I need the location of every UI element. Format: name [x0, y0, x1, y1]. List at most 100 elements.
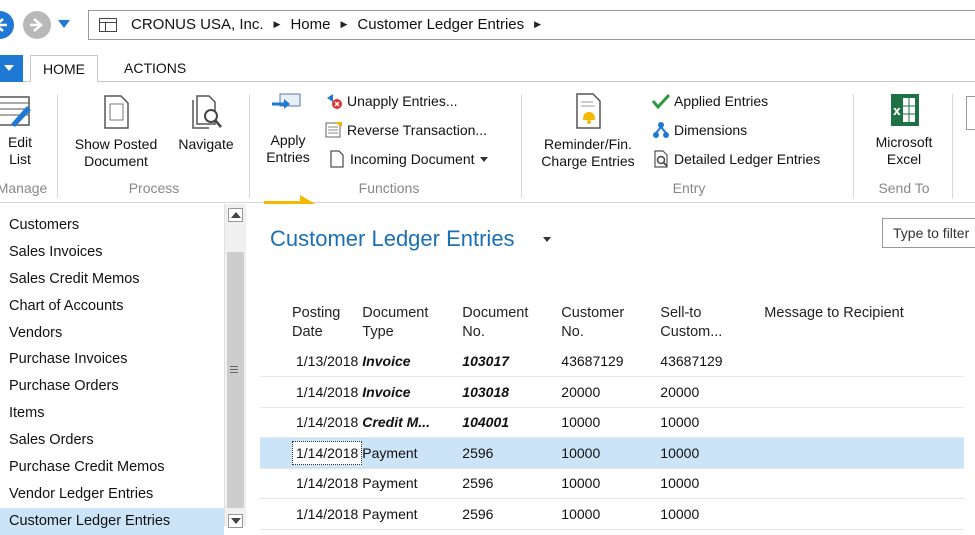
cell-message[interactable]: [764, 437, 965, 469]
cell-posting-date[interactable]: 1/14/2018: [260, 376, 363, 408]
col-sell-to[interactable]: Sell-to Custom...: [660, 304, 764, 346]
detailed-ledger-entries-button[interactable]: Detailed Ledger Entries: [652, 150, 820, 168]
cell-document-type[interactable]: Payment: [362, 468, 463, 499]
table-row[interactable]: 1/14/2018 Payment 2596 10000 10000: [260, 468, 965, 499]
cell-customer-no[interactable]: 10000: [561, 437, 661, 469]
cell-document-type[interactable]: Invoice: [362, 346, 463, 377]
col-message[interactable]: Message to Recipient: [764, 304, 964, 346]
edit-list-button[interactable]: Edit List: [0, 94, 38, 168]
apply-entries-button[interactable]: Apply Entries: [258, 92, 318, 166]
applied-entries-button[interactable]: Applied Entries: [652, 92, 768, 110]
col-document-type[interactable]: Document Type: [362, 304, 462, 346]
table-row[interactable]: 1/13/2018 Invoice 103017 43687129 43687129: [260, 346, 965, 377]
scroll-grip-icon: [230, 366, 238, 367]
cell-document-no[interactable]: 104001: [462, 407, 562, 438]
cell-posting-date[interactable]: 1/14/2018: [260, 468, 363, 499]
chevron-down-icon[interactable]: [543, 237, 551, 242]
col-posting-date[interactable]: Posting Date: [260, 304, 362, 346]
group-process-label: Process: [128, 180, 180, 196]
sidebar-item[interactable]: Vendor Ledger Entries: [0, 481, 224, 508]
table-row[interactable]: 1/14/2018 Credit M... 104001 10000 10000: [260, 407, 965, 438]
cell-message[interactable]: [764, 407, 965, 438]
sidebar-item[interactable]: Customer Ledger Entries: [0, 507, 224, 535]
sidebar-item[interactable]: Sales Invoices: [0, 239, 224, 266]
cell-document-no[interactable]: 103018: [462, 376, 562, 408]
scroll-thumb[interactable]: [227, 252, 244, 508]
sidebar-item[interactable]: Vendors: [0, 320, 224, 347]
cell-posting-date[interactable]: 1/14/2018: [260, 437, 363, 469]
cell-customer-no[interactable]: 10000: [561, 468, 661, 499]
cell-message[interactable]: [764, 376, 965, 408]
tab-actions[interactable]: ACTIONS: [112, 55, 198, 83]
incoming-document-button[interactable]: Incoming Document: [328, 150, 488, 168]
forward-button[interactable]: [23, 11, 51, 39]
microsoft-excel-button[interactable]: x Microsoft Excel: [862, 92, 946, 168]
crumb-separator-icon[interactable]: ▶: [534, 19, 541, 30]
cell-document-type[interactable]: Invoice: [362, 376, 463, 408]
sidebar-item[interactable]: Purchase Orders: [0, 373, 224, 400]
cell-message[interactable]: [764, 468, 965, 499]
sidebar-item[interactable]: Sales Orders: [0, 427, 224, 454]
filter-input[interactable]: Type to filter: [882, 218, 975, 248]
cell-sell-to[interactable]: 10000: [660, 437, 765, 469]
cell-sell-to[interactable]: 10000: [660, 498, 765, 530]
col-customer-no[interactable]: Customer No.: [561, 304, 660, 346]
crumb-home[interactable]: Home: [290, 16, 330, 33]
reverse-transaction-button[interactable]: Reverse Transaction...: [325, 121, 487, 139]
sidebar-item[interactable]: Chart of Accounts: [0, 293, 224, 320]
sidebar-item[interactable]: Items: [0, 400, 224, 427]
cell-document-no[interactable]: 103017: [462, 346, 562, 377]
address-box[interactable]: CRONUS USA, Inc. ▶ Home ▶ Customer Ledge…: [88, 10, 975, 40]
tab-home[interactable]: HOME: [30, 55, 98, 83]
cell-sell-to[interactable]: 20000: [660, 376, 765, 408]
table-row[interactable]: 1/14/2018 Payment 2596 10000 10000: [260, 437, 965, 469]
crumb-page[interactable]: Customer Ledger Entries: [357, 16, 524, 33]
sidebar-item[interactable]: Customers: [0, 212, 224, 239]
unapply-entries-button[interactable]: Unapply Entries...: [325, 92, 458, 110]
sidebar-item[interactable]: Purchase Credit Memos: [0, 454, 224, 481]
reminder-charge-entries-button[interactable]: Reminder/Fin. Charge Entries: [530, 92, 646, 170]
show-posted-document-button[interactable]: Show Posted Document: [66, 94, 166, 170]
cell-document-no[interactable]: 2596: [462, 498, 562, 530]
cell-document-no[interactable]: 2596: [462, 437, 562, 469]
nav-scrollbar[interactable]: [224, 204, 246, 528]
dimensions-button[interactable]: Dimensions: [652, 121, 747, 139]
col-document-no[interactable]: Document No.: [462, 304, 561, 346]
send-to-partial-icon[interactable]: [966, 96, 975, 130]
crumb-company[interactable]: CRONUS USA, Inc.: [131, 16, 264, 33]
cell-document-no[interactable]: 2596: [462, 468, 562, 499]
cell-posting-date[interactable]: 1/14/2018: [260, 407, 363, 438]
cell-posting-date[interactable]: 1/14/2018: [260, 498, 363, 530]
cell-message[interactable]: [764, 346, 965, 377]
sidebar-item[interactable]: Purchase Invoices: [0, 346, 224, 373]
reverse-transaction-icon: [325, 122, 342, 138]
table-header-row: Posting Date Document Type Document No. Cus…: [260, 304, 964, 346]
app-menu-button[interactable]: [0, 55, 23, 82]
cell-customer-no[interactable]: 43687129: [561, 346, 661, 377]
history-dropdown-icon[interactable]: [58, 20, 70, 28]
crumb-separator-icon[interactable]: ▶: [340, 19, 347, 30]
back-button[interactable]: [0, 11, 14, 39]
cell-document-type[interactable]: Payment: [362, 437, 463, 469]
cell-customer-no[interactable]: 10000: [561, 407, 661, 438]
cell-document-type[interactable]: Credit M...: [362, 407, 463, 438]
show-posted-line1: Show Posted: [74, 136, 158, 152]
sidebar-item[interactable]: Sales Credit Memos: [0, 266, 224, 293]
table-row[interactable]: 1/14/2018 Invoice 103018 20000 20000: [260, 376, 965, 408]
cell-sell-to[interactable]: 10000: [660, 468, 765, 499]
cell-sell-to[interactable]: 43687129: [660, 346, 765, 377]
table-row[interactable]: 1/14/2018 Payment 2596 10000 10000: [260, 498, 965, 530]
apply-entries-icon: [272, 93, 301, 109]
navigate-label: Navigate: [178, 136, 234, 152]
cell-customer-no[interactable]: 20000: [561, 376, 661, 408]
cell-message[interactable]: [764, 498, 965, 530]
cell-document-type[interactable]: Payment: [362, 498, 463, 530]
group-sendto-label: Send To: [878, 180, 930, 196]
incoming-label: Incoming Document: [350, 151, 475, 167]
scroll-up-icon[interactable]: [228, 208, 243, 222]
crumb-separator-icon[interactable]: ▶: [274, 19, 281, 30]
cell-posting-date[interactable]: 1/13/2018: [260, 346, 363, 377]
cell-sell-to[interactable]: 10000: [660, 407, 765, 438]
navigate-button[interactable]: Navigate: [170, 94, 242, 153]
cell-customer-no[interactable]: 10000: [561, 498, 661, 530]
